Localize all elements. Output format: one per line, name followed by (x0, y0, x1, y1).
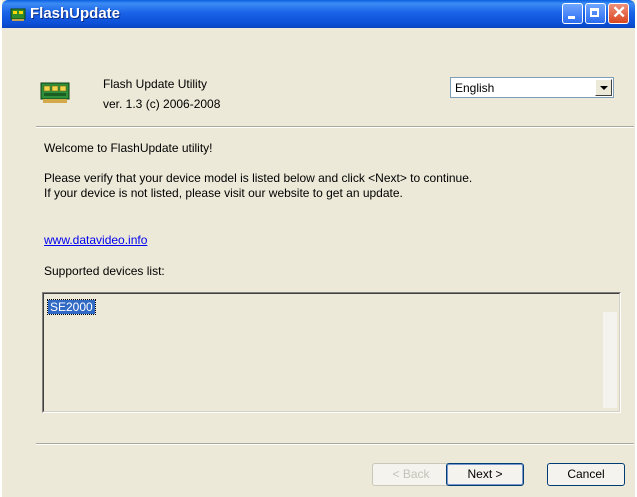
vertical-scrollbar[interactable] (603, 312, 617, 408)
window-title: FlashUpdate (30, 5, 121, 22)
minimize-button[interactable] (562, 3, 583, 24)
welcome-text: Welcome to FlashUpdate utility! (44, 141, 213, 155)
close-button[interactable]: ✕ (608, 3, 629, 24)
next-button[interactable]: Next > (446, 463, 524, 486)
version-text: ver. 1.3 (c) 2006-2008 (103, 97, 221, 111)
chevron-down-icon[interactable] (595, 79, 612, 96)
footer-divider (36, 443, 634, 445)
circuit-board-icon (40, 82, 70, 103)
instructions-line-1: Please verify that your device model is … (44, 171, 473, 185)
maximize-button[interactable] (585, 3, 606, 24)
header-divider (36, 126, 634, 128)
instructions-line-2: If your device is not listed, please vis… (44, 186, 403, 200)
website-link[interactable]: www.datavideo.info (44, 233, 147, 247)
app-name: Flash Update Utility (103, 77, 208, 91)
language-select[interactable]: English (450, 77, 614, 98)
flashupdate-window: FlashUpdate ✕ Flash Update Utility ver. … (2, 0, 635, 497)
list-frame: SE2000 (43, 293, 620, 412)
back-button[interactable]: < Back (372, 463, 450, 486)
list-item[interactable]: SE2000 (47, 299, 96, 315)
cancel-button[interactable]: Cancel (547, 463, 625, 486)
supported-devices-list[interactable]: SE2000 (42, 292, 621, 413)
supported-devices-label: Supported devices list: (44, 264, 165, 278)
language-value: English (455, 81, 495, 95)
chip-icon (10, 8, 26, 21)
close-icon: ✕ (612, 3, 627, 22)
title-bar[interactable]: FlashUpdate ✕ (2, 0, 635, 28)
